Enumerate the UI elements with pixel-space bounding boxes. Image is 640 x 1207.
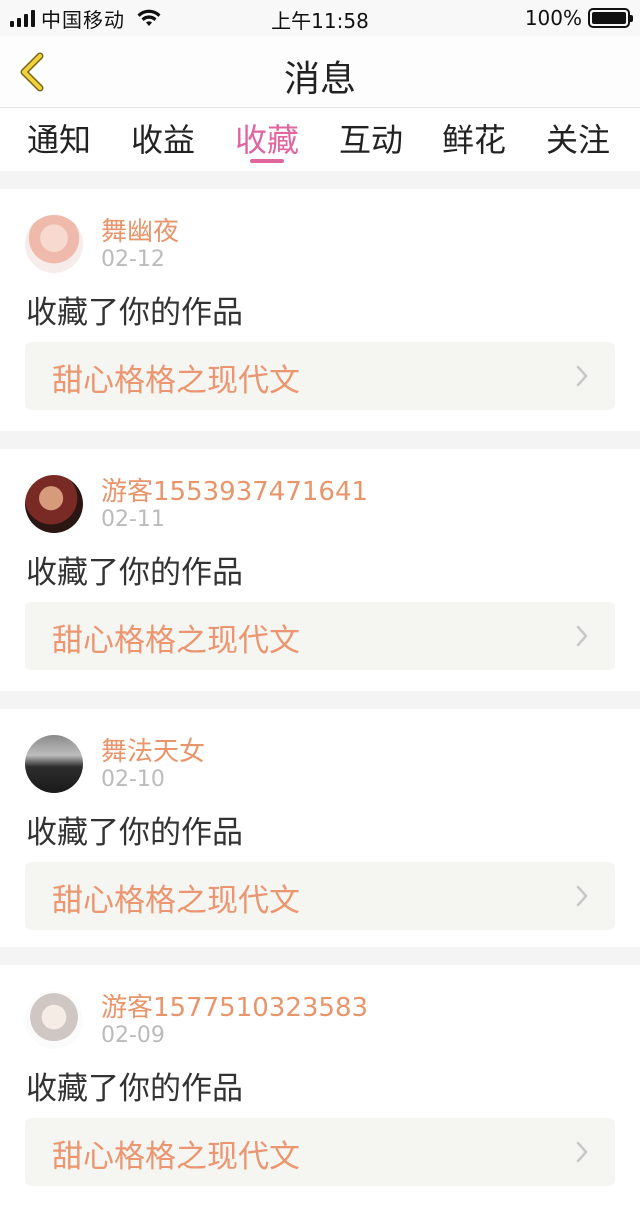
page-title: 消息 — [283, 59, 356, 100]
chevron-right-icon — [576, 1141, 588, 1163]
message-date: 02-10 — [101, 767, 165, 792]
message-date: 02-11 — [101, 507, 165, 532]
message-card: 游客1553937471641 02-11 收藏了你的作品 甜心格格之现代文 — [0, 449, 640, 691]
divider — [0, 947, 640, 965]
avatar[interactable] — [25, 991, 83, 1049]
tab-flowers[interactable]: 鲜花 — [429, 115, 519, 161]
work-link[interactable]: 甜心格格之现代文 — [25, 1118, 615, 1186]
message-text: 收藏了你的作品 — [26, 1071, 243, 1107]
status-right: 100% — [524, 5, 633, 31]
active-tab-indicator — [250, 159, 284, 163]
status-bar: 中国移动 上午11:58 100% — [0, 0, 640, 36]
battery-icon — [588, 8, 633, 28]
chevron-right-icon — [576, 365, 588, 387]
avatar[interactable] — [25, 215, 83, 273]
divider — [0, 171, 640, 189]
battery-percent: 100% — [524, 6, 582, 30]
tab-follows[interactable]: 关注 — [533, 115, 623, 161]
message-text: 收藏了你的作品 — [26, 815, 243, 851]
tab-interactions[interactable]: 互动 — [326, 115, 416, 161]
message-text: 收藏了你的作品 — [26, 555, 243, 591]
tab-bar: 通知 收益 收藏 互动 鲜花 关注 — [0, 109, 640, 171]
message-card: 游客1577510323583 02-09 收藏了你的作品 甜心格格之现代文 — [0, 965, 640, 1207]
divider — [0, 431, 640, 449]
nav-bar: 消息 — [0, 36, 640, 108]
user-name[interactable]: 舞幽夜 — [101, 211, 179, 248]
work-link[interactable]: 甜心格格之现代文 — [25, 862, 615, 930]
user-name[interactable]: 游客1577510323583 — [101, 987, 368, 1024]
work-title: 甜心格格之现代文 — [52, 623, 300, 659]
tab-earnings[interactable]: 收益 — [118, 115, 208, 161]
work-title: 甜心格格之现代文 — [52, 1139, 300, 1175]
work-link[interactable]: 甜心格格之现代文 — [25, 342, 615, 410]
message-card: 舞幽夜 02-12 收藏了你的作品 甜心格格之现代文 — [0, 189, 640, 431]
tab-favorites[interactable]: 收藏 — [222, 115, 312, 161]
tab-notifications[interactable]: 通知 — [14, 115, 104, 161]
user-name[interactable]: 游客1553937471641 — [101, 471, 368, 508]
chevron-right-icon — [576, 885, 588, 907]
message-date: 02-12 — [101, 247, 165, 272]
message-date: 02-09 — [101, 1023, 165, 1048]
avatar[interactable] — [25, 735, 83, 793]
chevron-right-icon — [576, 625, 588, 647]
divider — [0, 691, 640, 709]
message-list: 舞幽夜 02-12 收藏了你的作品 甜心格格之现代文 游客15539374716… — [0, 171, 640, 1207]
work-title: 甜心格格之现代文 — [52, 363, 300, 399]
message-text: 收藏了你的作品 — [26, 295, 243, 331]
message-card: 舞法天女 02-10 收藏了你的作品 甜心格格之现代文 — [0, 709, 640, 947]
avatar[interactable] — [25, 475, 83, 533]
work-link[interactable]: 甜心格格之现代文 — [25, 602, 615, 670]
work-title: 甜心格格之现代文 — [52, 883, 300, 919]
user-name[interactable]: 舞法天女 — [101, 731, 205, 768]
